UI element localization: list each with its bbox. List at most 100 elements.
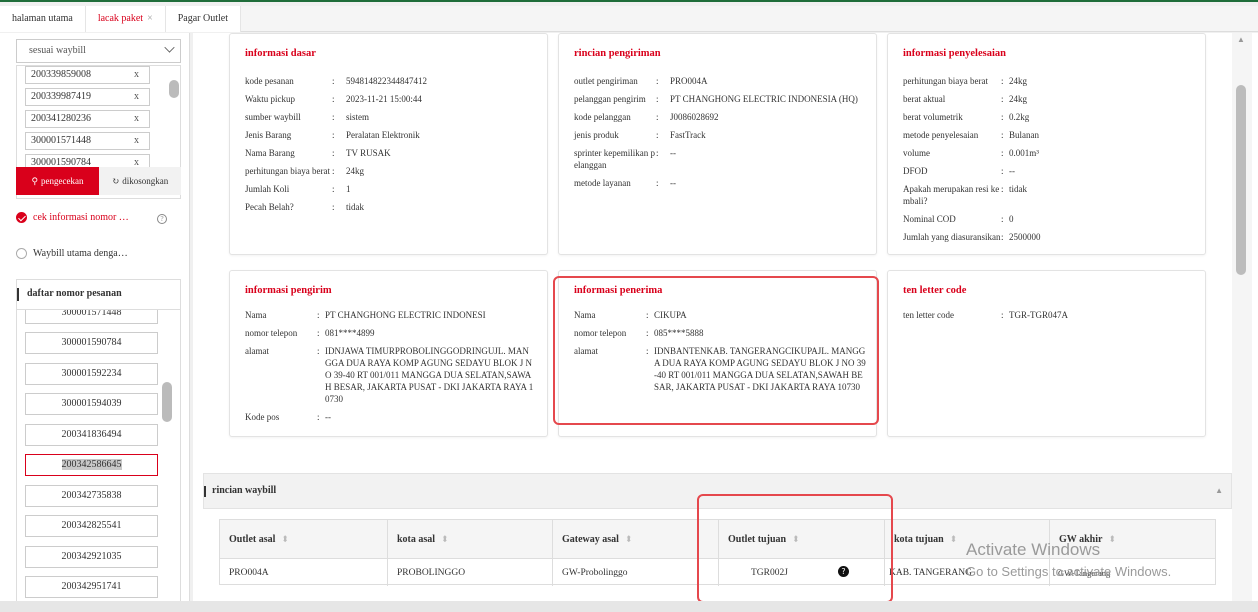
row-key: Kode pos: [245, 412, 280, 422]
search-button[interactable]: ⚲ pengecekan: [16, 167, 99, 195]
row-value: 594814822344847412: [346, 76, 427, 86]
card-title: informasi pengirim: [245, 285, 332, 296]
list-item-selected[interactable]: 200342586645: [25, 454, 158, 476]
card-title: rincian pengiriman: [574, 48, 661, 59]
select-value: sesuai waybill: [29, 45, 86, 56]
sort-icon[interactable]: ⬍: [281, 534, 289, 544]
scrollbar-thumb[interactable]: [169, 80, 179, 98]
row-key: kode pesanan: [245, 76, 294, 86]
scrollbar-thumb[interactable]: [1236, 85, 1246, 275]
tab-track-package[interactable]: lacak paket ×: [85, 6, 166, 32]
horizontal-scrollbar[interactable]: [0, 601, 1258, 612]
tab-outlet-fence[interactable]: Pagar Outlet: [165, 6, 241, 32]
table-cell: PRO004A: [220, 558, 388, 586]
list-item[interactable]: 200342921035: [25, 546, 158, 568]
list-item[interactable]: 200341836494: [25, 424, 158, 446]
tab-home[interactable]: halaman utama: [0, 6, 86, 32]
info-row: jenis produk: FastTrack: [574, 130, 706, 140]
header-label: Outlet asal: [229, 534, 276, 545]
row-value: sistem: [346, 112, 370, 122]
remove-icon[interactable]: x: [134, 133, 139, 149]
card-title: informasi dasar: [245, 48, 316, 59]
row-key: sumber waybill: [245, 112, 301, 122]
sort-icon[interactable]: ⬍: [1108, 534, 1116, 544]
list-item[interactable]: 300001590784: [25, 332, 158, 354]
close-icon[interactable]: ×: [147, 6, 153, 32]
row-key: outlet pengiriman: [574, 76, 638, 86]
remove-icon[interactable]: x: [134, 67, 139, 83]
remove-icon[interactable]: x: [134, 89, 139, 105]
row-key: pelanggan pengirim: [574, 94, 646, 104]
info-row: outlet pengiriman: PRO004A: [574, 76, 708, 86]
waybill-number: 300001571448: [31, 135, 91, 146]
row-key: Jenis Barang: [245, 130, 292, 140]
option-check-info[interactable]: cek informasi nomor …: [16, 212, 129, 223]
scroll-up-icon[interactable]: ▲: [1237, 35, 1245, 44]
option-main-waybill[interactable]: Waybill utama denga…: [16, 248, 128, 259]
search-mode-select[interactable]: sesuai waybill: [16, 39, 181, 63]
row-value: --: [670, 178, 676, 188]
list-item[interactable]: 200342735838: [25, 485, 158, 507]
row-value: TV RUSAK: [346, 148, 391, 158]
info-row: Nama: PT CHANGHONG ELECTRIC INDONESI: [245, 310, 486, 320]
button-label: dikosongkan: [122, 176, 169, 186]
button-label: pengecekan: [41, 176, 84, 186]
help-icon[interactable]: ?: [157, 214, 167, 224]
radio-checked-icon[interactable]: [16, 212, 27, 223]
info-row: perhitungan biaya berat:24kg: [903, 76, 1027, 86]
row-value: PT CHANGHONG ELECTRIC INDONESI: [325, 310, 486, 320]
main-scrollbar[interactable]: ▲: [1232, 33, 1252, 612]
tab-bar: halaman utama lacak paket × Pagar Outlet: [0, 6, 1258, 32]
list-item[interactable]: 200342951741: [25, 576, 158, 598]
info-row: nomor telepon:081****4899: [245, 328, 375, 338]
row-value: 24kg: [346, 166, 364, 176]
list-item[interactable]: 200342825541: [25, 515, 158, 537]
tab-label: lacak paket: [97, 13, 144, 24]
order-number: 200342921035: [61, 551, 122, 562]
sort-icon[interactable]: ⬍: [625, 534, 633, 544]
remove-icon[interactable]: x: [134, 111, 139, 127]
order-number: 300001592234: [61, 368, 122, 379]
col-header-origin-gateway[interactable]: Gateway asal ⬍: [553, 520, 719, 558]
col-header-origin-city[interactable]: kota asal ⬍: [388, 520, 553, 558]
row-value: --: [1009, 166, 1015, 176]
card-title: ten letter code: [903, 285, 967, 296]
row-value: tidak: [1009, 184, 1027, 194]
list-item[interactable]: 300001592234: [25, 363, 158, 385]
card-shipping-details: rincian pengiriman outlet pengiriman: PRO…: [558, 33, 877, 255]
sort-icon[interactable]: ⬍: [441, 534, 449, 544]
list-item[interactable]: 300001571448: [25, 310, 158, 324]
row-key: perhitungan biaya berat: [245, 166, 330, 176]
row-value: FastTrack: [670, 130, 706, 140]
col-header-origin-outlet[interactable]: Outlet asal ⬍: [220, 520, 388, 558]
table-cell: GW-Probolinggo: [553, 558, 719, 586]
radio-icon[interactable]: [16, 248, 27, 259]
card-sender-info: informasi pengirim Nama: PT CHANGHONG ELE…: [229, 270, 548, 437]
row-key: nomor telepon: [245, 328, 298, 338]
sort-icon[interactable]: ⬍: [950, 534, 958, 544]
scrollbar-thumb[interactable]: [162, 382, 172, 422]
card-title: informasi penyelesaian: [903, 48, 1006, 59]
info-row: Apakah merupakan resi ke mbali?: tidak: [903, 184, 1027, 206]
row-key: sprinter kepemilikan p elanggan: [574, 148, 655, 170]
order-number: 200342586645: [61, 459, 122, 470]
row-value: 24kg: [1009, 76, 1027, 86]
list-item[interactable]: 300001594039: [25, 393, 158, 415]
row-key: Pecah Belah?: [245, 202, 294, 212]
refresh-icon: ↻: [111, 175, 120, 186]
row-value: --: [325, 412, 331, 422]
row-value: tidak: [346, 202, 364, 212]
row-value: 0.2kg: [1009, 112, 1030, 122]
row-key: berat volumetrik: [903, 112, 963, 122]
collapse-icon[interactable]: ▲: [1215, 474, 1223, 508]
order-number: 200341836494: [61, 429, 122, 440]
waybill-tag: 200341280236 x: [25, 110, 150, 128]
row-value: 0.001m³: [1009, 148, 1039, 158]
info-row: sumber waybill: sistem: [245, 112, 370, 122]
clear-button[interactable]: ↻ dikosongkan: [99, 167, 181, 195]
row-value: --: [670, 148, 676, 158]
row-key: perhitungan biaya berat: [903, 76, 988, 86]
info-row: pelanggan pengirim: PT CHANGHONG ELECTRIC…: [574, 94, 858, 104]
waybill-number: 200341280236: [31, 113, 91, 124]
info-row: Jumlah Koli:1: [245, 184, 351, 194]
